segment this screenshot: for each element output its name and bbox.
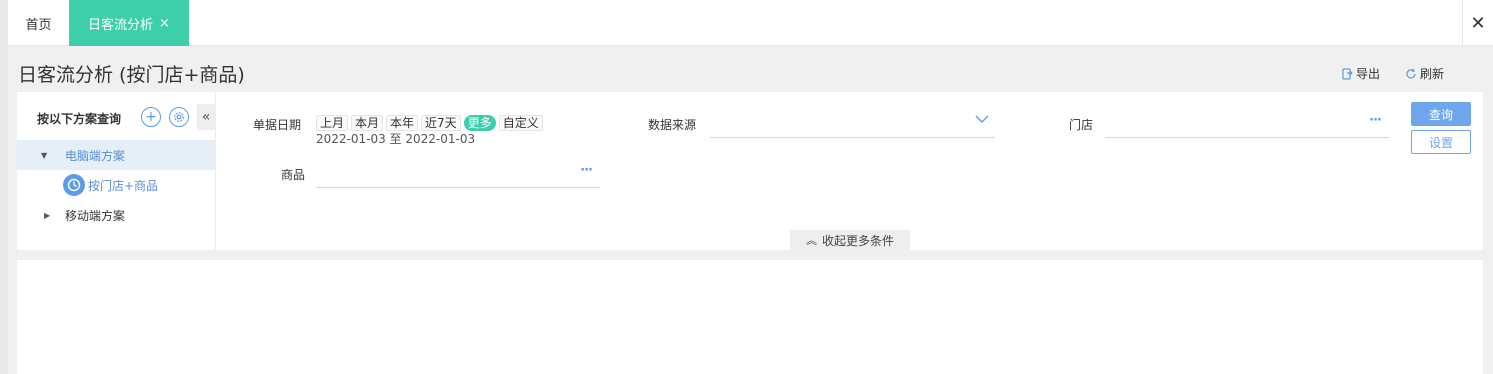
gear-icon[interactable] <box>169 107 189 127</box>
left-edge-strip <box>0 0 8 374</box>
tree-item-pc-label: 电脑端方案 <box>65 148 126 163</box>
clock-icon <box>63 174 85 196</box>
quick-date-this-year[interactable]: 本年 <box>386 115 419 131</box>
settings-button[interactable]: 设置 <box>1411 130 1471 154</box>
date-label: 单据日期 <box>253 118 302 132</box>
scheme-pane: 按以下方案查询 + « ▼ 电脑端方案 按门店+商品 ▶ 移动端方案 <box>17 92 216 250</box>
quick-date-custom[interactable]: 自定义 <box>498 115 543 131</box>
collapse-sidebar-icon[interactable]: « <box>197 104 215 130</box>
quick-date-this-month[interactable]: 本月 <box>351 115 384 131</box>
close-all-tabs-icon[interactable]: ✕ <box>1462 0 1493 46</box>
tree-item-store-goods[interactable]: 按门店+商品 <box>17 170 215 200</box>
tab-close-icon[interactable]: × <box>159 16 170 31</box>
scheme-header: 按以下方案查询 <box>37 112 122 126</box>
double-chevron-up-icon: ︽ <box>805 234 817 247</box>
refresh-button[interactable]: 刷新 <box>1405 65 1444 82</box>
quick-date-last-7-days[interactable]: 近7天 <box>421 115 461 131</box>
collapse-more-label: 收起更多条件 <box>821 233 894 248</box>
more-options-icon[interactable]: ··· <box>1369 113 1382 128</box>
quick-date-group: 上月 本月 本年 近7天 更多 自定义 <box>316 115 546 131</box>
store-label: 门店 <box>1069 118 1094 132</box>
tab-home[interactable]: 首页 <box>8 0 69 46</box>
collapsed-arrow-icon[interactable]: ▶ <box>17 211 65 220</box>
close-all-glyph: ✕ <box>1470 12 1486 34</box>
source-label: 数据来源 <box>648 118 697 132</box>
export-icon <box>1342 67 1353 80</box>
refresh-icon <box>1406 68 1416 78</box>
refresh-label: 刷新 <box>1420 67 1445 81</box>
page-title: 日客流分析 (按门店+商品) <box>18 64 245 86</box>
goods-picker[interactable]: ··· <box>316 158 600 188</box>
store-picker[interactable]: ··· <box>1105 108 1389 138</box>
goods-label: 商品 <box>281 168 306 182</box>
date-range-value: 2022-01-03 至 2022-01-03 <box>316 132 476 146</box>
chevron-down-icon <box>975 115 989 123</box>
quick-date-more[interactable]: 更多 <box>463 115 496 131</box>
tab-daily-traffic[interactable]: 日客流分析 × <box>69 0 189 46</box>
tab-daily-traffic-label: 日客流分析 <box>88 17 154 33</box>
export-label: 导出 <box>1356 67 1381 81</box>
quick-date-last-month[interactable]: 上月 <box>316 115 349 131</box>
tree-item-mobile-scheme[interactable]: ▶ 移动端方案 <box>17 200 215 230</box>
add-scheme-icon[interactable]: + <box>141 107 161 127</box>
more-options-icon[interactable]: ··· <box>580 163 593 178</box>
tab-home-label: 首页 <box>25 17 52 33</box>
export-button[interactable]: 导出 <box>1341 65 1380 82</box>
query-button[interactable]: 查询 <box>1411 102 1471 126</box>
gear-glyph <box>174 112 184 122</box>
tree-item-pc-scheme[interactable]: ▼ 电脑端方案 <box>17 140 215 170</box>
result-area <box>17 260 1483 374</box>
tab-bar: 首页 日客流分析 × ✕ <box>8 0 1493 46</box>
source-select[interactable] <box>710 108 995 138</box>
tree-item-mobile-label: 移动端方案 <box>65 208 126 223</box>
tree-item-store-goods-label: 按门店+商品 <box>88 178 159 193</box>
expanded-arrow-icon[interactable]: ▼ <box>17 151 65 160</box>
collapse-more-conditions-button[interactable]: ︽ 收起更多条件 <box>790 230 910 250</box>
query-panel: 按以下方案查询 + « ▼ 电脑端方案 按门店+商品 ▶ 移动端方案 单据日期 … <box>17 92 1483 250</box>
